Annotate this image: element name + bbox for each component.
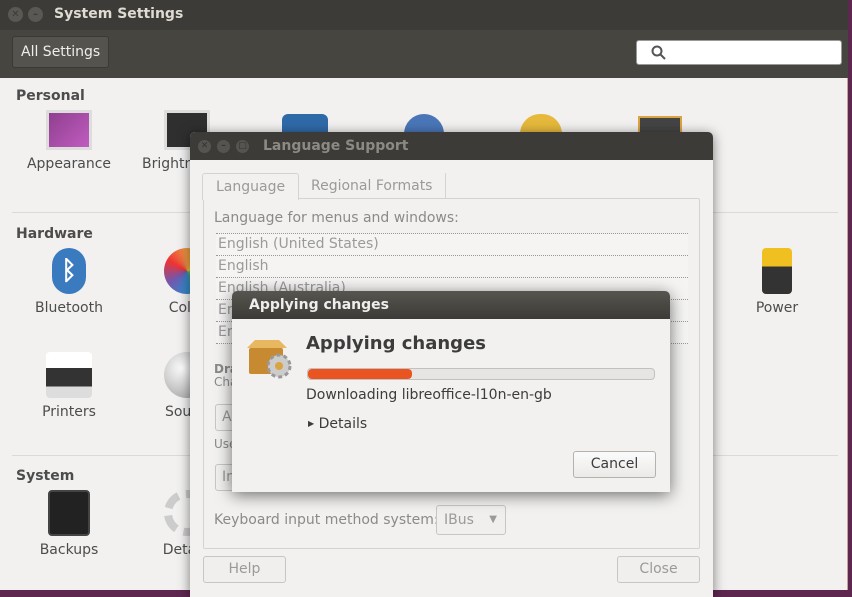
bluetooth-icon: ᛒ (52, 248, 86, 294)
search-input[interactable] (636, 40, 842, 65)
title-bar: ✕ – □ Language Support (190, 132, 713, 160)
printer-icon (46, 352, 92, 398)
dialog-heading: Applying changes (306, 333, 486, 354)
minimize-window-button[interactable]: – (217, 140, 230, 153)
list-item[interactable]: English (United States) (216, 234, 688, 256)
item-label: Appearance (26, 156, 112, 172)
tab-language[interactable]: Language (202, 173, 300, 200)
all-settings-button[interactable]: All Settings (12, 36, 110, 68)
settings-item-bluetooth[interactable]: ᛒ Bluetooth (19, 248, 119, 316)
window-title: System Settings (54, 6, 184, 22)
package-settings-icon (247, 340, 292, 379)
close-window-button[interactable]: ✕ (198, 140, 211, 153)
settings-item-power[interactable]: Power (727, 248, 827, 316)
keyboard-input-select[interactable]: IBus ▼ (436, 505, 506, 535)
keyboard-label: Keyboard input method system: (214, 512, 439, 528)
item-label: Printers (42, 404, 96, 420)
window-title: Language Support (263, 138, 409, 154)
progress-bar (307, 368, 655, 380)
settings-item-backups[interactable]: Backups (19, 490, 119, 558)
backups-icon (48, 490, 90, 536)
section-personal: Personal (16, 88, 85, 104)
search-icon (651, 45, 666, 60)
power-icon (762, 248, 792, 294)
maximize-window-button[interactable]: □ (236, 140, 249, 153)
item-label: Backups (39, 542, 99, 558)
triangle-right-icon: ▶ (308, 419, 315, 428)
list-item[interactable]: English (216, 256, 688, 278)
tab-regional-formats[interactable]: Regional Formats (298, 173, 447, 199)
settings-item-appearance[interactable]: Appearance (19, 110, 119, 172)
toolbar: All Settings (0, 30, 848, 78)
title-bar: ✕ – System Settings (0, 0, 848, 30)
status-text: Downloading libreoffice-l10n-en-gb (306, 387, 552, 403)
appearance-icon (46, 110, 92, 150)
help-button[interactable]: Help (203, 556, 286, 583)
select-value: IBus (444, 512, 474, 528)
details-expander[interactable]: ▶ Details (308, 416, 367, 432)
details-label: Details (318, 416, 368, 432)
settings-item-printers[interactable]: Printers (19, 352, 119, 420)
cancel-button[interactable]: Cancel (573, 451, 656, 478)
close-window-button[interactable]: ✕ (8, 7, 23, 22)
item-label: Bluetooth (35, 300, 103, 316)
section-system: System (16, 468, 75, 484)
close-button[interactable]: Close (617, 556, 700, 583)
progress-fill (308, 369, 412, 379)
minimize-window-button[interactable]: – (28, 7, 43, 22)
item-label: Power (755, 300, 799, 316)
list-label: Language for menus and windows: (214, 210, 459, 226)
applying-changes-dialog: Applying changes Applying changes Downlo… (232, 291, 670, 492)
dialog-title: Applying changes (232, 291, 670, 319)
chevron-down-icon: ▼ (489, 514, 497, 525)
section-hardware: Hardware (16, 226, 93, 242)
